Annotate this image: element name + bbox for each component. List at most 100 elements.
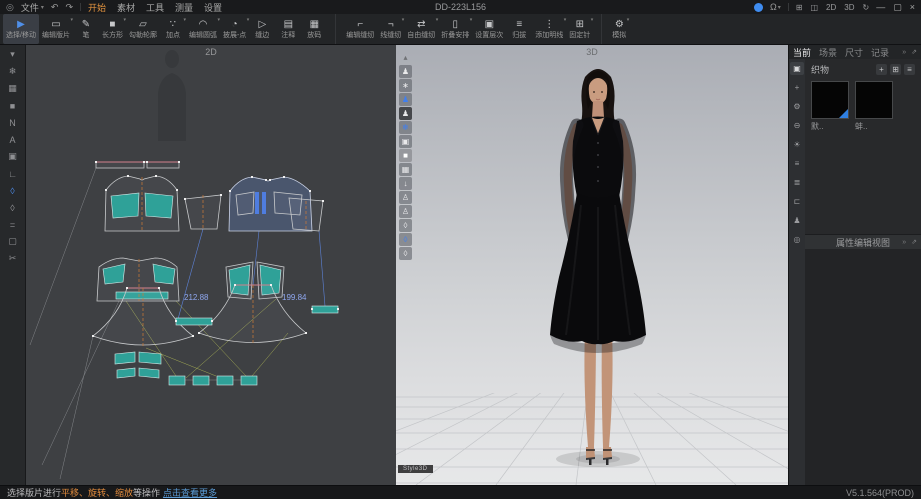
property-editor-bar[interactable]: 属性编辑视图 » ⇗ [805, 235, 921, 249]
user-avatar[interactable] [754, 3, 763, 12]
toolbar-tool[interactable]: ▦ 放码 [301, 14, 327, 44]
pattern-piece-waistband[interactable] [96, 162, 179, 168]
add-fabric-button[interactable]: + [876, 64, 887, 75]
frame-icon[interactable]: ⊏ [790, 195, 804, 208]
minimize-button[interactable]: — [876, 2, 885, 13]
annotate-icon[interactable]: A [4, 131, 22, 148]
slider-icon[interactable]: ⊖ [790, 119, 804, 132]
maximize-button[interactable]: ▢ [893, 2, 902, 13]
app-logo-icon[interactable]: ◎ [6, 2, 14, 13]
swatch-icon[interactable]: ■ [4, 97, 22, 114]
list-view-button[interactable]: ≡ [904, 64, 915, 75]
toolbar-tool[interactable]: ■ 长方形 [99, 14, 126, 44]
see-more-link[interactable]: 点击查看更多 [163, 486, 217, 499]
panel-tab[interactable]: 当前 [793, 46, 811, 59]
toolbar-tool[interactable]: ≡ 归拔 [506, 14, 532, 44]
list2-icon[interactable]: ≣ [790, 176, 804, 189]
pattern-piece-cuffs[interactable] [115, 352, 257, 385]
fabric-swatch[interactable]: 默.. [811, 81, 849, 132]
menu-item[interactable]: 设置 [204, 1, 222, 14]
seam-icon[interactable]: = [4, 216, 22, 233]
paper-icon[interactable]: ▢ [4, 233, 22, 250]
view-3d-button[interactable]: 3D [844, 3, 854, 12]
notch-icon[interactable]: N [4, 114, 22, 131]
grid-icon[interactable]: ▦ [399, 163, 412, 176]
notifications-icon[interactable]: Ω ▾ [770, 2, 781, 12]
garment-icon[interactable]: ◊ [399, 219, 412, 232]
pattern-piece-sleeve[interactable] [289, 198, 323, 231]
close-button[interactable]: × [910, 2, 915, 13]
redo-icon[interactable]: ↷ [65, 2, 73, 13]
toolbar-tool[interactable]: ◠ 编辑圆弧 [186, 14, 220, 44]
toolbar-tool[interactable]: ▯ 折叠安排 [438, 14, 472, 44]
fabric-thumbnail[interactable] [855, 81, 893, 119]
list-icon[interactable]: ≡ [790, 157, 804, 170]
skeleton-icon[interactable]: ∗ [399, 79, 412, 92]
menu-item[interactable]: 工具 [146, 1, 164, 14]
popout-icon[interactable]: ⇗ [911, 238, 917, 246]
arrow-down-icon[interactable]: ↓ [399, 177, 412, 190]
toolbar-tool[interactable]: ⚙ 模拟 [601, 14, 629, 44]
toolbar-tool[interactable]: ✎ 笔 [73, 14, 99, 44]
menu-item[interactable]: 开始 [88, 1, 106, 14]
garment-off-icon[interactable]: ◊ [4, 199, 22, 216]
avatar-icon[interactable]: ♟ [399, 65, 412, 78]
toolbar-tool[interactable]: ▷ 缝边 [249, 14, 275, 44]
snap-icon[interactable]: ❄ [4, 63, 22, 80]
person-icon[interactable]: ♟ [790, 214, 804, 227]
expand-icon[interactable]: » [902, 239, 906, 246]
popout-icon[interactable]: ⇗ [911, 48, 917, 56]
box-icon[interactable]: ▣ [399, 135, 412, 148]
gear-icon[interactable]: ⚙ [790, 100, 804, 113]
viewport-2d[interactable]: 2D 212.88 199.84 [26, 45, 396, 485]
cut-icon[interactable]: ✂ [4, 250, 22, 267]
toolbar-tool[interactable]: ▭ 编辑版片 [39, 14, 73, 44]
mannequin-icon[interactable]: ♙ [399, 205, 412, 218]
panel-tab[interactable]: 记录 [871, 46, 889, 59]
layout-single-icon[interactable]: ⊞ [796, 3, 803, 12]
garment2-icon[interactable]: ◊ [399, 247, 412, 260]
garment-active-icon[interactable]: ◊ [399, 233, 412, 246]
menu-item[interactable]: 素材 [117, 1, 135, 14]
panel-tab[interactable]: 场景 [819, 46, 837, 59]
toolbar-tool[interactable]: ▶ 选择/移动 [3, 14, 39, 44]
toolbar-tool[interactable]: ⌐ 编辑缝纫 [335, 14, 377, 44]
reset-view-icon[interactable]: ↻ [863, 3, 870, 12]
panel-tab[interactable]: 尺寸 [845, 46, 863, 59]
pattern-piece-sleeve[interactable] [185, 195, 221, 229]
viewport-3d[interactable]: 3D ▴♟∗♟♟❄▣■▦↓♙♙◊◊◊ Style3D [396, 45, 788, 485]
grid-view-button[interactable]: ⊞ [890, 64, 901, 75]
avatar-hide-icon[interactable]: ♟ [399, 107, 412, 120]
menu-item[interactable]: 测量 [175, 1, 193, 14]
undo-icon[interactable]: ↶ [51, 2, 59, 13]
light-icon[interactable]: ☀ [790, 138, 804, 151]
toolbar-tool[interactable]: ◔ 披展-点 [220, 14, 249, 44]
menu-file[interactable]: 文件 ▾ [21, 1, 44, 14]
toolbar-tool[interactable]: ⇄ 自由缝纫 [404, 14, 438, 44]
pattern-piece-bodice-front[interactable] [105, 176, 179, 231]
grid-icon[interactable]: ▦ [4, 80, 22, 97]
expand-icon[interactable]: » [902, 49, 906, 56]
box-bright-icon[interactable]: ■ [399, 149, 412, 162]
collapse-icon[interactable]: ▾ [4, 46, 22, 63]
garment-on-icon[interactable]: ◊ [4, 182, 22, 199]
toolbar-tool[interactable]: ⋮ 添加明线 [532, 14, 566, 44]
helmet-icon[interactable]: ◎ [790, 233, 804, 246]
ruler-icon[interactable]: ∟ [4, 165, 22, 182]
view-2d-button[interactable]: 2D [826, 3, 836, 12]
fabric-swatch[interactable]: 蚌.. [855, 81, 893, 132]
toolbar-tool[interactable]: ▣ 设置层次 [472, 14, 506, 44]
avatar-show-icon[interactable]: ♟ [399, 93, 412, 106]
texture-icon[interactable]: ▣ [4, 148, 22, 165]
pin-mode-icon[interactable]: ❄ [399, 121, 412, 134]
pose-icon[interactable]: ♙ [399, 191, 412, 204]
toolbar-tool[interactable]: ∵ 加点 [160, 14, 186, 44]
toolbar-tool[interactable]: ⊞ 固定针 [566, 14, 593, 44]
toolbar-tool[interactable]: ▱ 勾勒轮廓 [126, 14, 160, 44]
fabric-thumbnail[interactable] [811, 81, 849, 119]
toolbar-tool[interactable]: ¬ 线缝纫 [377, 14, 404, 44]
collapse-icon[interactable]: ▴ [399, 51, 412, 64]
layout-split-icon[interactable]: ◫ [810, 3, 818, 12]
move-icon[interactable]: + [790, 81, 804, 94]
toolbar-tool[interactable]: ▤ 注释 [275, 14, 301, 44]
